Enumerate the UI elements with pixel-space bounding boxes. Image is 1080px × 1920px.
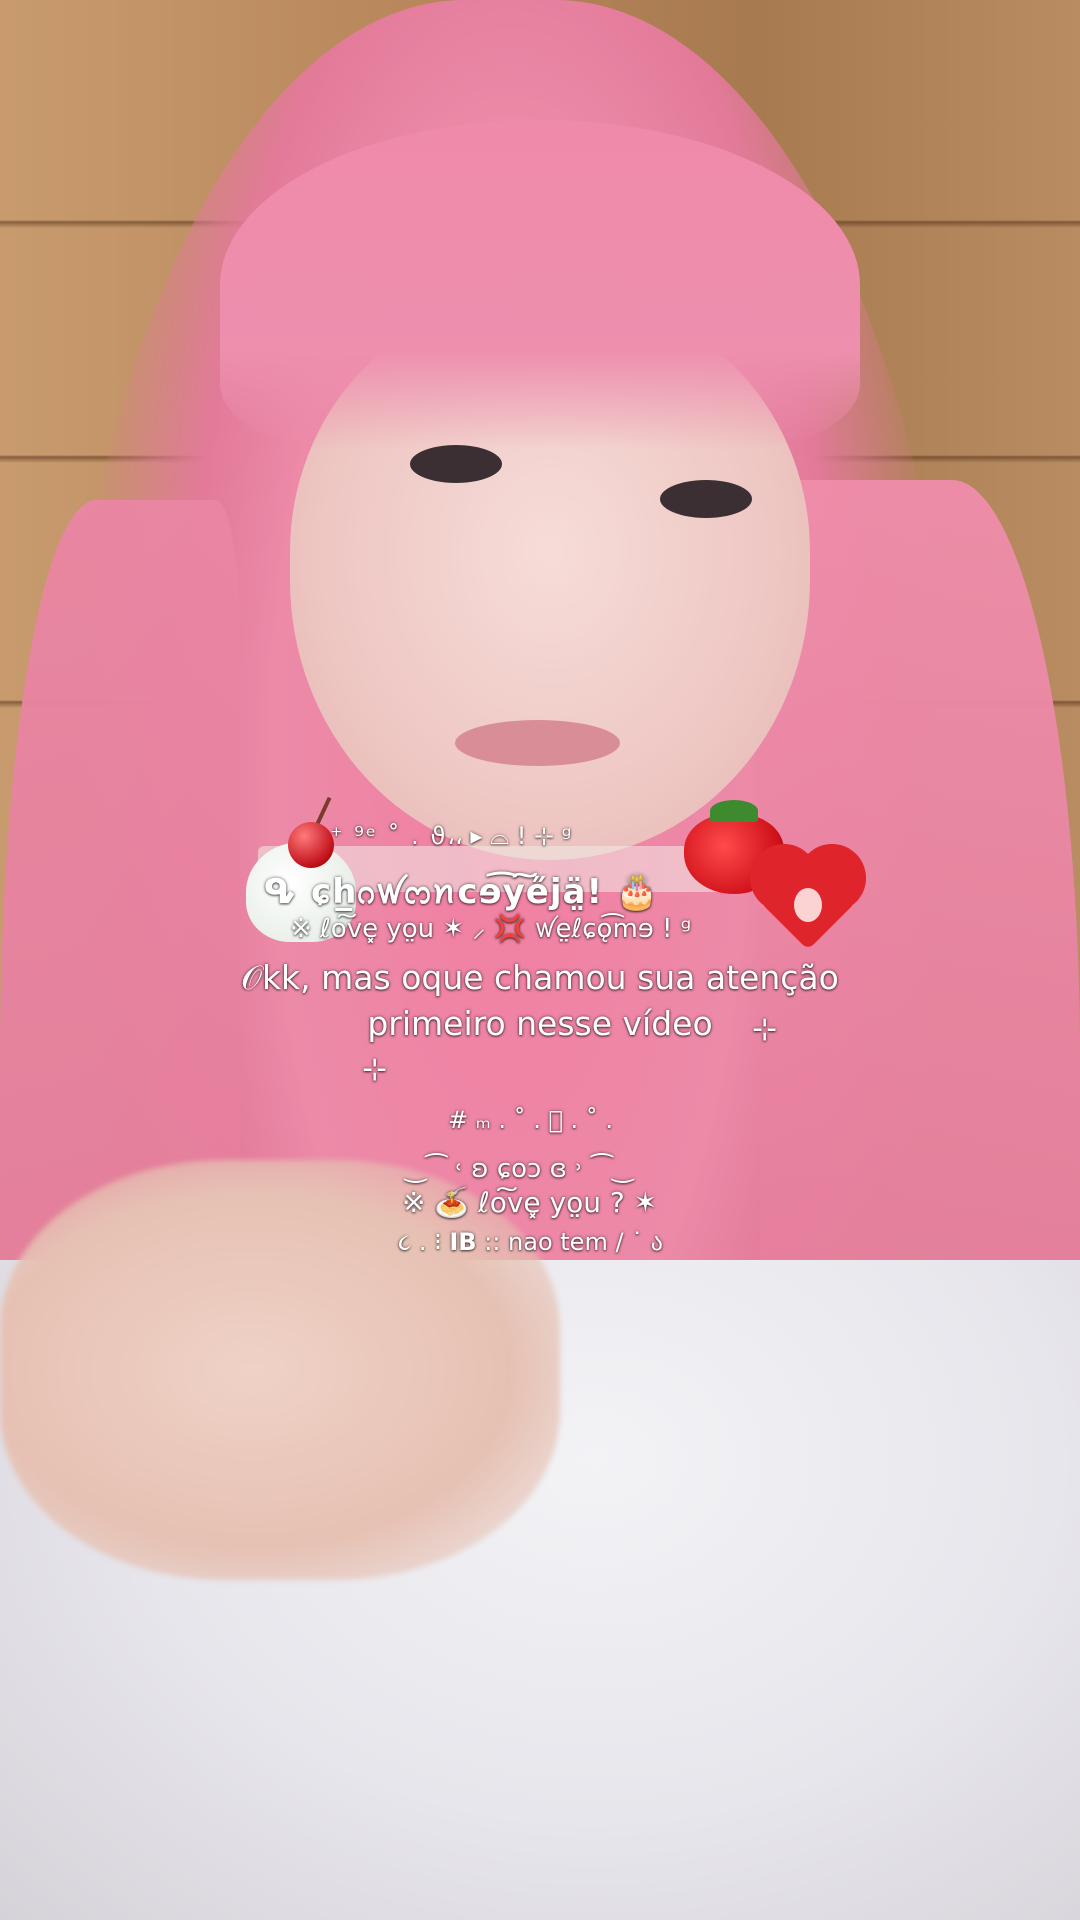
decorative-top-line: ⁺ ⁹ᵉ ˚ . ϑ،، ▸ ⌓ ! ⊹ ᵍ xyxy=(330,822,574,850)
decorative-love-line: ※ ℓo͠ve͓ yo̤u ✶ ⸝ 💢 ꪝe̤ℓɕǫ͡mɘ ! ᵍ xyxy=(290,914,692,944)
strawberry-core xyxy=(794,888,822,922)
ib-credit-prefix: ૮ . ⁝ xyxy=(398,1228,442,1256)
heart-strawberry-sticker xyxy=(759,853,857,951)
text-overlay: ⁺ ⁹ᵉ ˚ . ϑ،، ▸ ⌓ ! ⊹ ᵍ ᕴ ɕh̲ᦅꪝᦂꪀcɘ͡y͠e̋j… xyxy=(0,0,1080,1920)
sparkle-icon: ⊹ xyxy=(362,1052,388,1087)
decorative-line-1: # ₘ . ˚ . 𝆅 . ˚ . xyxy=(448,1106,614,1134)
ib-credit-suffix: :: nao tem / ˙ ა xyxy=(484,1228,663,1256)
decorative-line-3: ※ 🍝 ℓo͠ve͓ yo̤u ? ✶ xyxy=(402,1186,658,1219)
decorative-line-2: ‿⁀ ˓ ʚ ɕoɔ ɞ ˒ ⁀‿ xyxy=(405,1154,634,1184)
sparkle-icon: ⊹ xyxy=(752,1012,778,1047)
ib-credit-line: ૮ . ⁝ IB :: nao tem / ˙ ა xyxy=(398,1228,663,1256)
ib-label: IB xyxy=(449,1228,477,1256)
strawberry-leaves xyxy=(710,800,758,822)
caption-text: 𝒪kk, mas oque chamou sua atenção primeir… xyxy=(241,958,839,1043)
